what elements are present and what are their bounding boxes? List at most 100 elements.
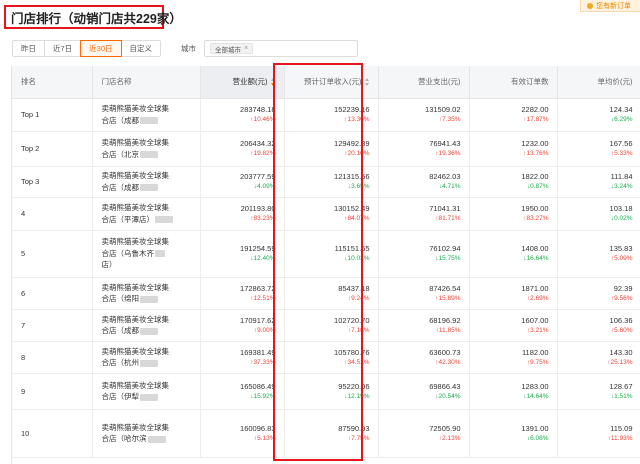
- expected-income-value: 102720.70: [334, 315, 370, 325]
- expense-value: 76941.43: [429, 139, 461, 148]
- avg-price-value: 103.18: [609, 204, 633, 213]
- avg-price-change: ↑9.56%: [610, 294, 633, 302]
- redacted-mask: [147, 435, 166, 443]
- rank-cell: 5: [12, 230, 93, 278]
- city-tag: 全部城市 ×: [210, 43, 254, 54]
- expense-value: 63600.73: [429, 347, 461, 357]
- table-header-row: 排名 门店名称 营业额(元) 预计订单收入(元) 营业支出(元) 有效订单数 单…: [12, 66, 640, 99]
- expense-value: 71041.31: [429, 204, 461, 213]
- sort-icon[interactable]: [270, 78, 276, 87]
- filter-bar: 昨日 近7日 近30日 自定义 城市 全部城市 ×: [12, 40, 359, 57]
- expense-change: ↑81.71%: [435, 215, 461, 222]
- table-row[interactable]: 4 卖萌熊猫美妆全球集 合店（平潭店） 201193.80 ↑83.23% 130152.…: [12, 197, 640, 231]
- avg-price-cell: 124.34 ↓6.29%: [557, 98, 640, 132]
- revenue-cell: 160096.83 ↑5.13%: [200, 409, 285, 458]
- column-header-avg-price: 单均价(元): [557, 66, 640, 99]
- table-row[interactable]: 5 卖萌熊猫美妆全球集 合店（乌鲁木齐 店） 191254.59 ↓12.40% 11515…: [12, 230, 640, 278]
- table-row[interactable]: Top 2 卖萌熊猫美妆全球集 合店（北京 206434.32 ↑19.82% 12949…: [12, 131, 640, 167]
- tab-last-7-days[interactable]: 近7日: [44, 40, 82, 57]
- table-row[interactable]: 9 卖萌熊猫美妆全球集 合店（伊犁 165086.49 ↓15.92% 95220.06 ↓…: [12, 373, 640, 410]
- tab-last-30-days[interactable]: 近30日: [80, 40, 122, 57]
- expense-cell: 69866.43 ↓20.54%: [378, 373, 470, 410]
- store-name-cell: 卖萌熊猫美妆全球集 合店（成都: [92, 166, 201, 198]
- valid-orders-value: 1182.00: [521, 347, 549, 357]
- expected-income-value: 152239.16: [334, 105, 370, 114]
- valid-orders-value: 1871.00: [521, 283, 549, 293]
- page-title: 门店排行（动销门店共229家）: [11, 11, 182, 26]
- expected-income-change: ↓3.65%: [347, 183, 370, 190]
- expected-income-change: ↑7.18%: [347, 326, 370, 334]
- expense-change: ↓15.75%: [435, 255, 461, 262]
- tab-custom[interactable]: 自定义: [120, 40, 162, 57]
- avg-price-change: ↑5.60%: [610, 326, 633, 334]
- new-order-notice[interactable]: 您有新订单: [580, 0, 640, 12]
- expense-cell: 72505.90 ↑2.13%: [378, 409, 470, 458]
- store-name-line: 卖萌熊猫美妆全球集: [101, 138, 170, 147]
- expense-change: ↑15.89%: [435, 294, 461, 302]
- revenue-change: ↑37.33%: [250, 358, 276, 366]
- store-name-cell: 卖萌熊猫美妆全球集 合店（成都: [92, 98, 201, 132]
- store-name-line: 卖萌熊猫美妆全球集: [101, 380, 170, 390]
- table-row[interactable]: 6 卖萌熊猫美妆全球集 合店（绵阳 172863.72 ↑12.51% 85437.18 ↑…: [12, 277, 640, 310]
- table-row[interactable]: Top 1 卖萌熊猫美妆全球集 合店（成都 283748.18 ↑10.46% 15223…: [12, 98, 640, 132]
- expense-change: ↑11.85%: [435, 326, 461, 334]
- avg-price-cell: 106.36 ↑5.60%: [557, 309, 640, 342]
- store-name-cell: 卖萌熊猫美妆全球集 合店（哈尔滨: [92, 409, 201, 458]
- store-name-line: 合店（绵阳: [101, 294, 140, 303]
- expected-income-value: 129492.89: [334, 139, 370, 148]
- expected-income-change: ↓10.03%: [344, 255, 370, 262]
- valid-orders-value: 1391.00: [521, 423, 549, 433]
- expected-income-cell: 102720.70 ↑7.18%: [284, 309, 379, 342]
- store-name-line: 合店（平潭店）: [101, 214, 155, 224]
- revenue-value: 206434.32: [240, 139, 276, 148]
- expected-income-cell: 87590.93 ↑7.75%: [284, 409, 379, 458]
- revenue-value: 191254.59: [240, 244, 276, 253]
- column-header-expected-income[interactable]: 预计订单收入(元): [284, 66, 379, 99]
- tab-yesterday[interactable]: 昨日: [12, 40, 45, 57]
- expected-income-value: 115151.65: [334, 244, 370, 253]
- expense-change: ↑42.30%: [435, 358, 461, 366]
- table-row[interactable]: 7 卖萌熊猫美妆全球集 合店（成都 170917.62 ↑9.00% 102720.70 ↑…: [12, 309, 640, 342]
- table-row[interactable]: 8 卖萌熊猫美妆全球集 合店（杭州 169381.49 ↑37.33% 105780.76…: [12, 341, 640, 374]
- revenue-value: 283748.18: [240, 105, 276, 114]
- table-row[interactable]: Top 3 卖萌熊猫美妆全球集 合店（成都 203777.59 ↓4.09% 121315…: [12, 166, 640, 198]
- avg-price-cell: 115.09 ↑11.93%: [557, 409, 640, 458]
- store-name-line: 合店（杭州: [101, 358, 140, 367]
- store-name-cell: 卖萌熊猫美妆全球集 合店（乌鲁木齐 店）: [92, 230, 201, 278]
- column-header-revenue[interactable]: 营业额(元): [200, 66, 285, 99]
- expense-change: ↑19.36%: [435, 150, 461, 157]
- city-select[interactable]: 全部城市 ×: [204, 40, 359, 57]
- store-ranking-table-container: 排名 门店名称 营业额(元) 预计订单收入(元) 营业支出(元) 有效订单数 单…: [11, 66, 640, 464]
- store-name-line: 合店（乌鲁木齐: [101, 248, 155, 258]
- avg-price-change: ↓6.29%: [610, 116, 633, 123]
- valid-orders-cell: 1232.00 ↑13.76%: [469, 131, 558, 167]
- expected-income-change: ↑9.24%: [347, 294, 370, 302]
- expected-income-change: ↑20.10%: [344, 150, 370, 157]
- expected-income-value: 130152.49: [334, 204, 370, 213]
- avg-price-change: ↓0.02%: [610, 215, 633, 222]
- valid-orders-change: ↓0.87%: [526, 183, 549, 190]
- valid-orders-change: ↑2.69%: [526, 294, 549, 302]
- expense-cell: 68196.92 ↑11.85%: [378, 309, 470, 342]
- valid-orders-change: ↑83.27%: [523, 215, 549, 222]
- expense-value: 72505.90: [429, 423, 461, 433]
- column-header-expense: 营业支出(元): [378, 66, 470, 99]
- rank-cell: 7: [12, 309, 93, 342]
- valid-orders-change: ↑13.76%: [523, 150, 549, 157]
- revenue-cell: 283748.18 ↑10.46%: [200, 98, 285, 132]
- redacted-mask: [140, 327, 158, 335]
- expected-income-cell: 152239.16 ↑13.30%: [284, 98, 379, 132]
- table-row[interactable]: 10 卖萌熊猫美妆全球集 合店（哈尔滨 160096.83 ↑5.13% 87590.93…: [12, 409, 640, 458]
- sort-icon[interactable]: [364, 78, 370, 87]
- store-name-line: 卖萌熊猫美妆全球集: [101, 314, 170, 324]
- close-icon[interactable]: ×: [244, 45, 248, 52]
- valid-orders-cell: 1283.00 ↓14.64%: [469, 373, 558, 410]
- store-name-cell: 卖萌熊猫美妆全球集 合店（北京: [92, 131, 201, 167]
- expense-change: ↓4.71%: [438, 183, 461, 190]
- revenue-value: 172863.72: [240, 283, 276, 293]
- city-tag-label: 全部城市: [215, 46, 242, 54]
- store-name-cell: 卖萌熊猫美妆全球集 合店（杭州: [92, 341, 201, 374]
- revenue-change: ↑9.00%: [253, 326, 276, 334]
- store-name-line: 卖萌熊猫美妆全球集: [101, 203, 170, 212]
- revenue-change: ↑19.82%: [250, 150, 276, 157]
